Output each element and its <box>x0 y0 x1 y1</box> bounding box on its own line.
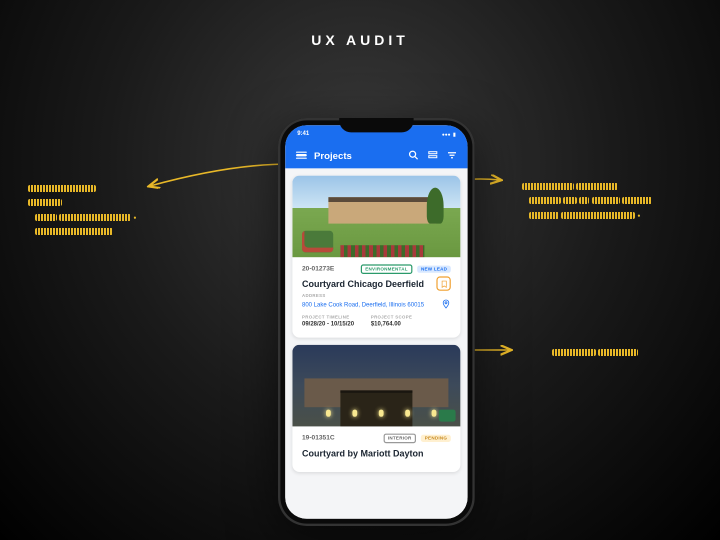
timeline-value: 09/28/20 - 10/15/20 <box>302 321 354 328</box>
timeline-label: PROJECT TIMELINE <box>302 315 354 320</box>
status-time: 9:41 <box>297 130 309 137</box>
scope-label: PROJECT SCOPE <box>371 315 412 320</box>
status-indicators: ●●●▮ <box>442 131 456 137</box>
slide-title: UX AUDIT <box>0 32 720 48</box>
project-id: 19-01351C <box>302 435 335 442</box>
content-scroll[interactable]: 20-01273E ENVIRONMENTAL NEW LEAD Courtya… <box>285 168 467 518</box>
project-image <box>292 345 460 427</box>
menu-icon[interactable] <box>295 149 307 161</box>
address-label: ADDRESS <box>302 293 451 298</box>
project-name: Courtyard Chicago Deerfield <box>302 279 424 290</box>
scope-value: $10,764.00 <box>371 321 412 328</box>
project-address[interactable]: 800 Lake Cook Road, Deerfield, Illinois … <box>302 299 451 311</box>
tag-environmental: ENVIRONMENTAL <box>360 264 412 274</box>
project-name: Courtyard by Mariott Dayton <box>302 448 451 459</box>
annotation-left: • <box>28 182 178 240</box>
tag-interior: INTERIOR <box>383 434 416 444</box>
phone-mockup: 9:41 ●●●▮ Projects <box>278 118 475 526</box>
bookmark-button[interactable] <box>436 276 450 290</box>
project-image <box>292 176 460 258</box>
project-card[interactable]: 19-01351C INTERIOR PENDING Courtyard by … <box>292 345 460 472</box>
map-pin-icon[interactable] <box>441 299 451 311</box>
list-icon[interactable] <box>427 149 439 161</box>
filter-icon[interactable] <box>446 149 458 161</box>
annotation-right <box>552 346 662 360</box>
nav-title: Projects <box>314 150 400 161</box>
project-id: 20-01273E <box>302 266 334 273</box>
tag-new-lead: NEW LEAD <box>417 266 450 273</box>
annotation-top-right: • <box>522 180 692 223</box>
search-icon[interactable] <box>408 149 420 161</box>
tag-pending: PENDING <box>421 435 451 442</box>
project-card[interactable]: 20-01273E ENVIRONMENTAL NEW LEAD Courtya… <box>292 176 460 338</box>
nav-bar: Projects <box>285 142 467 168</box>
